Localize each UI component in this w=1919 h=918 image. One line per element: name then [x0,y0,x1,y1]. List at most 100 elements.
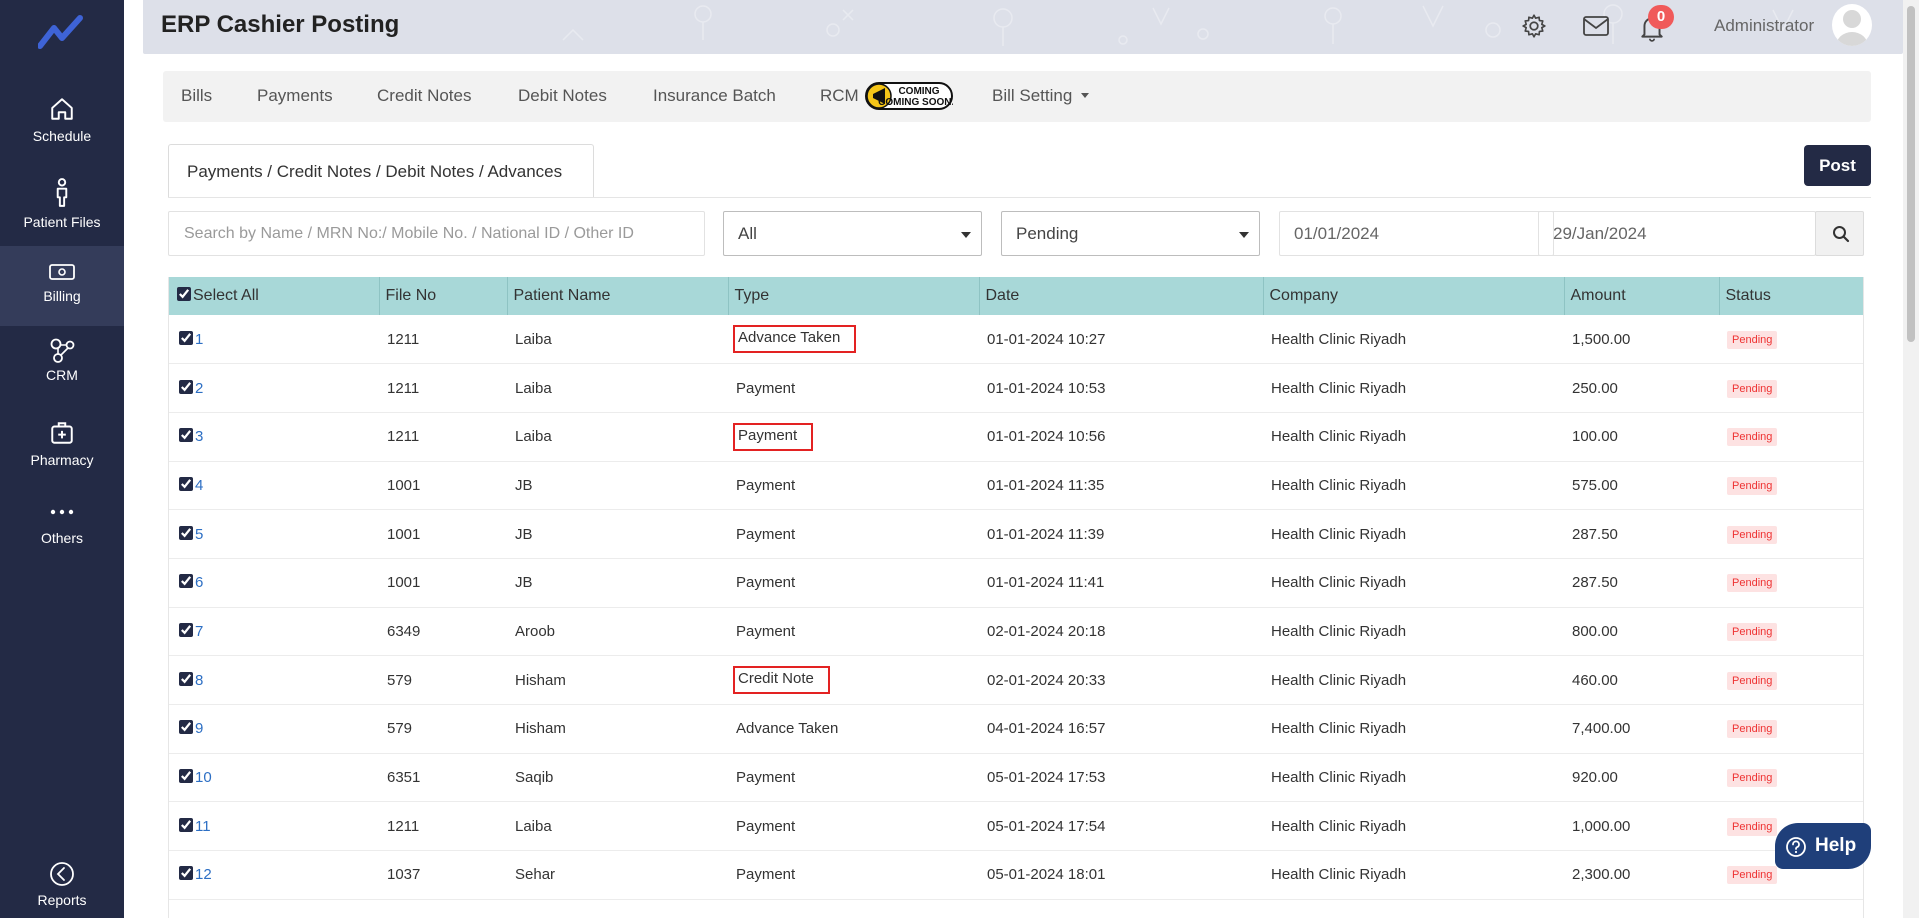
mail-icon[interactable] [1582,15,1610,37]
table-row[interactable]: 8 579 Hisham Credit Note 02-01-2024 20:33 Hea… [169,656,1863,705]
sidebar-item-schedule[interactable]: Schedule [0,96,124,176]
file-no-cell: 1037 [387,866,421,884]
nav-bill-setting[interactable]: Bill Setting [992,86,1090,106]
from-date-input[interactable]: 01/01/2024 [1279,211,1554,256]
row-number-link[interactable]: 1 [195,331,203,348]
amount-cell: 287.50 [1572,525,1618,543]
to-date-input[interactable]: 29/Jan/2024 [1538,211,1816,256]
tab-divider [168,197,1871,198]
type-value: Advance Taken [733,325,857,354]
status-filter-select[interactable]: Pending [1001,211,1260,256]
sidebar-item-billing[interactable]: Billing [0,246,124,326]
table-row[interactable]: 11 1211 Laiba Payment 05-01-2024 17:54 Health… [169,802,1863,851]
post-button[interactable]: Post [1804,145,1871,186]
table-header-row: Select All File No Patient Name Type Dat… [169,277,1863,315]
row-checkbox[interactable] [179,574,193,589]
date-cell: 01-01-2024 11:39 [987,525,1105,543]
status-badge: Pending [1727,379,1778,398]
nav-bills[interactable]: Bills [181,86,212,106]
user-name[interactable]: Administrator [1714,16,1814,36]
column-header: Type [728,277,980,315]
company-cell: Health Clinic Riyadh [1271,769,1407,787]
scrollbar-thumb[interactable] [1907,6,1915,342]
search-button[interactable] [1815,211,1864,256]
table-row[interactable]: 5 1001 JB Payment 01-01-2024 11:39 Health Cli… [169,510,1863,559]
row-number-link[interactable]: 7 [195,623,203,640]
row-checkbox[interactable] [179,671,193,686]
row-checkbox[interactable] [179,525,193,540]
search-icon [1833,226,1850,243]
table-row[interactable]: 12 1037 Sehar Payment 05-01-2024 18:01 Health… [169,851,1863,900]
nav-credit-notes[interactable]: Credit Notes [377,86,471,106]
status-cell: Pending [1719,705,1863,754]
file-no-cell: 579 [387,720,413,738]
table-row[interactable]: 2 1211 Laiba Payment 01-01-2024 10:53 Health … [169,364,1863,413]
money-icon [49,264,75,280]
row-number-link[interactable]: 11 [195,818,211,835]
nav-debit-notes[interactable]: Debit Notes [518,86,607,106]
status-filter-value: Pending [1016,224,1079,243]
search-input[interactable] [168,211,705,256]
table-row[interactable]: 7 6349 Aroob Payment 02-01-2024 20:18 Health … [169,607,1863,656]
column-header: Status [1725,287,1771,304]
svg-text:COMING: COMING [898,86,939,97]
tab-payments-credit-debit-advances[interactable]: Payments / Credit Notes / Debit Notes / … [168,144,594,198]
table-row[interactable]: 3 1211 Laiba Payment 01-01-2024 10:56 Health … [169,412,1863,462]
row-number-link[interactable]: 8 [195,672,203,689]
sidebar-item-others[interactable]: Others [0,500,124,580]
row-checkbox[interactable] [179,817,193,832]
row-number-link[interactable]: 6 [195,574,203,591]
type-filter-select[interactable]: All [723,211,982,256]
company-cell: Health Clinic Riyadh [1271,622,1407,640]
table-row[interactable]: 9 579 Hisham Advance Taken 04-01-2024 16:57 H… [169,705,1863,754]
row-select-cell: 12 [169,851,379,900]
status-badge: Pending [1727,769,1778,788]
row-number-link[interactable]: 2 [195,380,203,397]
type-cell: Payment [728,607,979,656]
row-checkbox[interactable] [179,769,193,784]
person-icon [56,178,68,207]
type-value: Payment [736,622,796,640]
row-checkbox[interactable] [179,330,193,345]
row-checkbox[interactable] [179,866,193,881]
row-checkbox[interactable] [179,622,193,637]
file-no-cell: 579 [387,671,413,689]
gear-icon[interactable] [1521,13,1547,39]
nav-payments[interactable]: Payments [257,86,333,106]
help-button[interactable]: Help [1775,823,1871,869]
row-number-link[interactable]: 5 [195,526,203,543]
app-logo-icon[interactable] [38,14,84,50]
row-number-link[interactable]: 12 [195,866,212,883]
help-circle-icon [1786,837,1806,857]
row-checkbox[interactable] [179,476,193,491]
row-number-link[interactable]: 3 [195,428,203,445]
type-value: Payment [733,422,814,451]
table-row[interactable]: 10 6351 Saqib Payment 05-01-2024 17:53 Health… [169,753,1863,802]
select-all-checkbox[interactable] [177,287,191,301]
amount-cell: 287.50 [1572,574,1618,592]
sidebar-item-crm[interactable]: CRM [0,336,124,416]
table-row[interactable]: 4 1001 JB Payment 01-01-2024 11:35 Health Cli… [169,461,1863,510]
medical-bag-icon [51,422,73,444]
file-no-cell: 1001 [387,574,421,592]
row-number-link[interactable]: 10 [195,769,212,786]
type-value: Payment [736,525,796,543]
nav-bill-setting-label: Bill Setting [992,86,1073,105]
nav-insurance-batch[interactable]: Insurance Batch [653,86,776,106]
avatar[interactable] [1832,4,1872,46]
nav-rcm[interactable]: RCM [820,86,859,106]
sidebar-item-pharmacy[interactable]: Pharmacy [0,420,124,500]
row-number-link[interactable]: 9 [195,720,203,737]
table-row[interactable]: 1 1211 Laiba Advance Taken 01-01-2024 10:27 H… [169,315,1863,364]
caret-down-icon [1239,232,1249,238]
row-checkbox[interactable] [179,379,193,394]
row-checkbox[interactable] [179,720,193,735]
row-select-cell: 11 [169,802,379,851]
type-cell: Payment [728,412,979,461]
row-number-link[interactable]: 4 [195,477,203,494]
table-row[interactable]: 6 1001 JB Payment 01-01-2024 11:41 Health Cli… [169,558,1863,608]
page-scrollbar[interactable] [1903,0,1919,918]
column-select-all[interactable]: Select All [169,277,380,315]
row-checkbox[interactable] [179,428,193,443]
sidebar-item-reports[interactable]: Reports [0,860,124,918]
